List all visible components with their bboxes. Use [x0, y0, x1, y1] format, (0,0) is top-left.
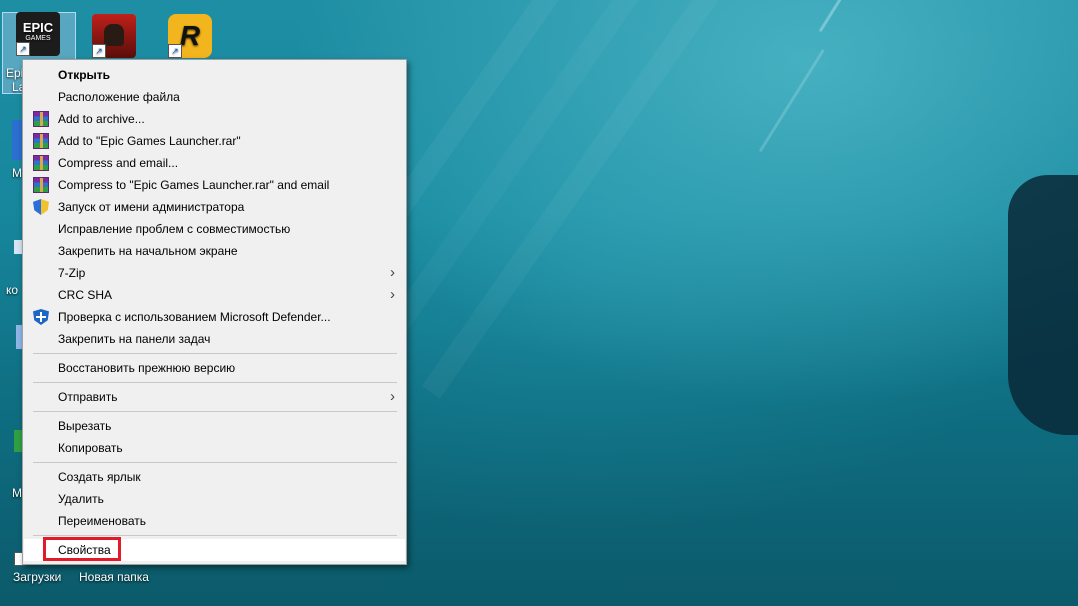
partial-app-icon[interactable]: [14, 240, 22, 254]
menu-separator: [33, 411, 397, 412]
menu-item-label: Compress and email...: [58, 156, 179, 170]
menu-item-add-to-rar[interactable]: Add to "Epic Games Launcher.rar": [24, 130, 405, 152]
partial-label: ко: [6, 283, 19, 297]
winrar-icon: [33, 111, 49, 127]
menu-item-7zip[interactable]: 7-Zip ›: [24, 262, 405, 284]
menu-item-file-location[interactable]: Расположение файла: [24, 86, 405, 108]
partial-label: M: [12, 486, 22, 500]
desktop-icon-rockstar[interactable]: R ↗: [160, 14, 220, 58]
rockstar-games-icon: R ↗: [168, 14, 212, 58]
menu-item-label: Запуск от имени администратора: [58, 200, 245, 214]
winrar-icon: [33, 133, 49, 149]
menu-item-label: Закрепить на начальном экране: [58, 244, 238, 258]
chevron-right-icon: ›: [390, 388, 395, 405]
menu-item-compress-to-rar-email[interactable]: Compress to "Epic Games Launcher.rar" an…: [24, 174, 405, 196]
winrar-icon: [33, 155, 49, 171]
menu-item-run-as-admin[interactable]: Запуск от имени администратора: [24, 196, 405, 218]
menu-item-label: Копировать: [58, 441, 123, 455]
menu-item-send-to[interactable]: Отправить ›: [24, 386, 405, 408]
shortcut-arrow-icon: ↗: [92, 44, 106, 58]
menu-item-label: Закрепить на панели задач: [58, 332, 211, 346]
menu-item-label: Восстановить прежнюю версию: [58, 361, 236, 375]
menu-item-rename[interactable]: Переименовать: [24, 510, 405, 532]
menu-item-label: Отправить: [58, 390, 118, 404]
context-menu: Открыть Расположение файла Add to archiv…: [22, 59, 407, 565]
red-dead-redemption-icon: ↗: [92, 14, 136, 58]
menu-item-label: 7-Zip: [58, 266, 86, 280]
winrar-icon: [33, 177, 49, 193]
menu-item-label: Переименовать: [58, 514, 146, 528]
light-streak: [758, 48, 825, 153]
menu-item-compress-email[interactable]: Compress and email...: [24, 152, 405, 174]
menu-item-open[interactable]: Открыть: [24, 64, 405, 86]
menu-item-label: Расположение файла: [58, 90, 180, 104]
menu-separator: [33, 535, 397, 536]
menu-separator: [33, 353, 397, 354]
menu-item-label: Открыть: [58, 68, 111, 82]
epic-games-icon: EPIC GAMES ↗: [16, 12, 60, 56]
menu-item-label: Add to "Epic Games Launcher.rar": [58, 134, 241, 148]
menu-item-pin-taskbar[interactable]: Закрепить на панели задач: [24, 328, 405, 350]
menu-item-cut[interactable]: Вырезать: [24, 415, 405, 437]
shortcut-arrow-icon: ↗: [168, 44, 182, 58]
menu-item-label: CRC SHA: [58, 288, 113, 302]
chevron-right-icon: ›: [390, 286, 395, 303]
menu-item-label: Проверка с использованием Microsoft Defe…: [58, 310, 331, 324]
menu-item-crc-sha[interactable]: CRC SHA ›: [24, 284, 405, 306]
shortcut-arrow-icon: ↗: [16, 42, 30, 56]
desktop-icon-red-dead[interactable]: ↗: [84, 14, 144, 58]
menu-item-label: Создать ярлык: [58, 470, 141, 484]
partial-label: M: [12, 166, 22, 180]
menu-separator: [33, 382, 397, 383]
menu-item-label: Вырезать: [58, 419, 112, 433]
chevron-right-icon: ›: [390, 264, 395, 281]
menu-item-copy[interactable]: Копировать: [24, 437, 405, 459]
swimmer-silhouette: [1008, 175, 1078, 435]
menu-item-restore-previous[interactable]: Восстановить прежнюю версию: [24, 357, 405, 379]
uac-shield-icon: [33, 199, 49, 215]
light-streak: [818, 0, 901, 33]
menu-separator: [33, 462, 397, 463]
desktop-icon-downloads-label[interactable]: Загрузки: [13, 570, 61, 584]
menu-item-label: Исправление проблем с совместимостью: [58, 222, 291, 236]
menu-item-delete[interactable]: Удалить: [24, 488, 405, 510]
desktop-icon-epic-games[interactable]: EPIC GAMES ↗: [8, 12, 68, 56]
menu-item-label: Compress to "Epic Games Launcher.rar" an…: [58, 178, 330, 192]
menu-item-label: Add to archive...: [58, 112, 145, 126]
menu-item-pin-start[interactable]: Закрепить на начальном экране: [24, 240, 405, 262]
highlight-box: [43, 537, 121, 561]
menu-item-troubleshoot-compat[interactable]: Исправление проблем с совместимостью: [24, 218, 405, 240]
menu-item-label: Удалить: [58, 492, 104, 506]
menu-item-defender-scan[interactable]: Проверка с использованием Microsoft Defe…: [24, 306, 405, 328]
menu-item-add-to-archive[interactable]: Add to archive...: [24, 108, 405, 130]
menu-item-create-shortcut[interactable]: Создать ярлык: [24, 466, 405, 488]
desktop-icon-new-folder-label[interactable]: Новая папка: [79, 570, 149, 584]
defender-icon: [33, 309, 49, 325]
